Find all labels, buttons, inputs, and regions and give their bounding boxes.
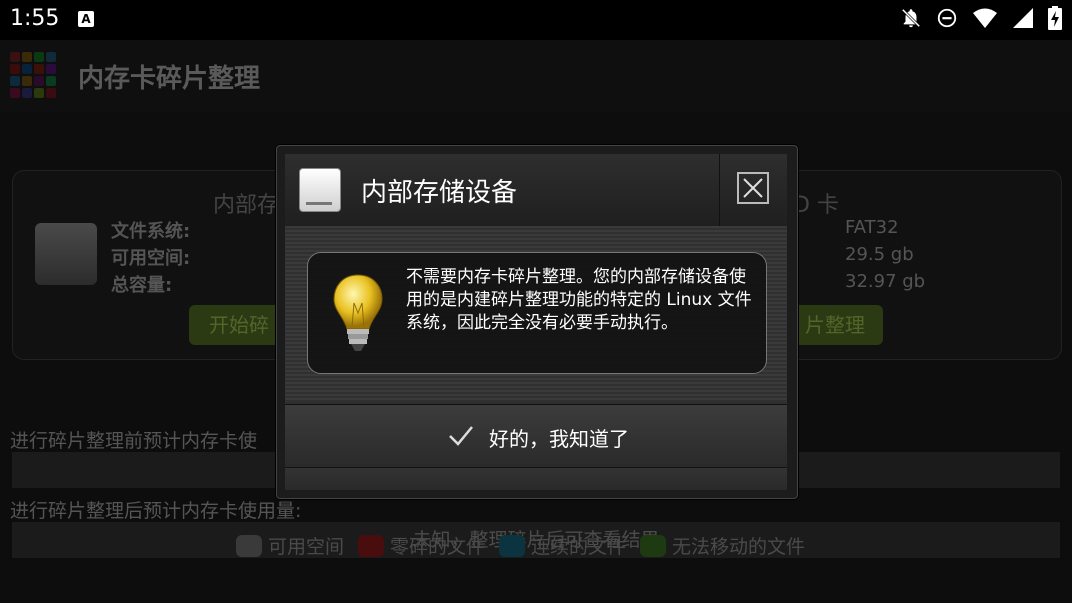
signal-icon	[1012, 7, 1034, 33]
ok-button-label: 好的，我知道了	[489, 427, 629, 451]
internal-storage-dialog: 内部存储设备 不需要内存卡碎片整理。您的内部存储设备使用的是内建碎片整理功能的特…	[276, 145, 798, 499]
drive-icon	[35, 223, 97, 285]
internal-storage-title: 内部存	[213, 193, 280, 218]
ok-button[interactable]: 好的，我知道了	[285, 404, 787, 468]
legend-item: 无法移动的文件	[640, 532, 805, 559]
legend-label: 可用空间	[268, 536, 345, 558]
app-bar: 内存卡碎片整理	[0, 40, 1072, 112]
app-logo-icon	[10, 52, 56, 98]
filesystem-label: 文件系统:	[111, 221, 191, 242]
legend-label: 连续的文件	[531, 536, 627, 558]
header-divider	[719, 154, 720, 226]
free-space-value: 29.5 gb	[845, 244, 914, 265]
before-usage-label: 进行碎片整理前预计内存卡使	[10, 430, 258, 452]
message-box: 不需要内存卡碎片整理。您的内部存储设备使用的是内建碎片整理功能的特定的 Linu…	[307, 252, 767, 374]
lightbulb-icon	[333, 274, 383, 351]
legend-swatch	[499, 534, 526, 557]
dialog-footer	[285, 468, 787, 490]
free-space-label: 可用空间:	[111, 248, 191, 269]
dialog-message: 不需要内存卡碎片整理。您的内部存储设备使用的是内建碎片整理功能的特定的 Linu…	[406, 267, 752, 333]
status-icons	[900, 6, 1062, 34]
notification-app-icon: A	[78, 11, 94, 27]
close-icon	[743, 178, 763, 198]
legend-item: 连续的文件	[499, 532, 626, 559]
wifi-icon	[972, 7, 998, 33]
dialog-title: 内部存储设备	[361, 178, 518, 208]
status-time: 1:55	[10, 6, 60, 31]
dialog-header: 内部存储设备	[285, 154, 787, 227]
legend-swatch	[236, 534, 262, 557]
after-usage-label: 进行碎片整理后预计内存卡使用量:	[10, 500, 302, 522]
start-defrag-sd-button[interactable]: 片整理	[783, 305, 883, 345]
total-capacity-label: 总容量:	[111, 275, 173, 296]
dialog-body: 不需要内存卡碎片整理。您的内部存储设备使用的是内建碎片整理功能的特定的 Linu…	[285, 226, 787, 402]
legend: 可用空间 零碎的文件 连续的文件 无法移动的文件	[236, 532, 805, 559]
close-button[interactable]	[737, 172, 769, 204]
app-title: 内存卡碎片整理	[78, 64, 261, 94]
storage-drive-icon	[299, 168, 341, 212]
battery-charging-icon	[1048, 6, 1062, 34]
checkmark-icon	[449, 426, 473, 446]
dialog-panel: 内部存储设备 不需要内存卡碎片整理。您的内部存储设备使用的是内建碎片整理功能的特…	[285, 154, 787, 490]
notifications-off-icon	[900, 7, 922, 33]
filesystem-value: FAT32	[845, 217, 899, 238]
legend-label: 无法移动的文件	[672, 536, 806, 558]
legend-label: 零碎的文件	[390, 536, 486, 558]
do-not-disturb-icon	[936, 7, 958, 33]
sd-card-title: D 卡	[793, 193, 839, 218]
legend-item: 可用空间	[236, 532, 344, 559]
legend-swatch	[640, 534, 667, 557]
legend-item: 零碎的文件	[358, 532, 485, 559]
status-bar: 1:55 A	[0, 0, 1072, 40]
legend-swatch	[358, 534, 385, 557]
total-capacity-value: 32.97 gb	[845, 271, 926, 292]
